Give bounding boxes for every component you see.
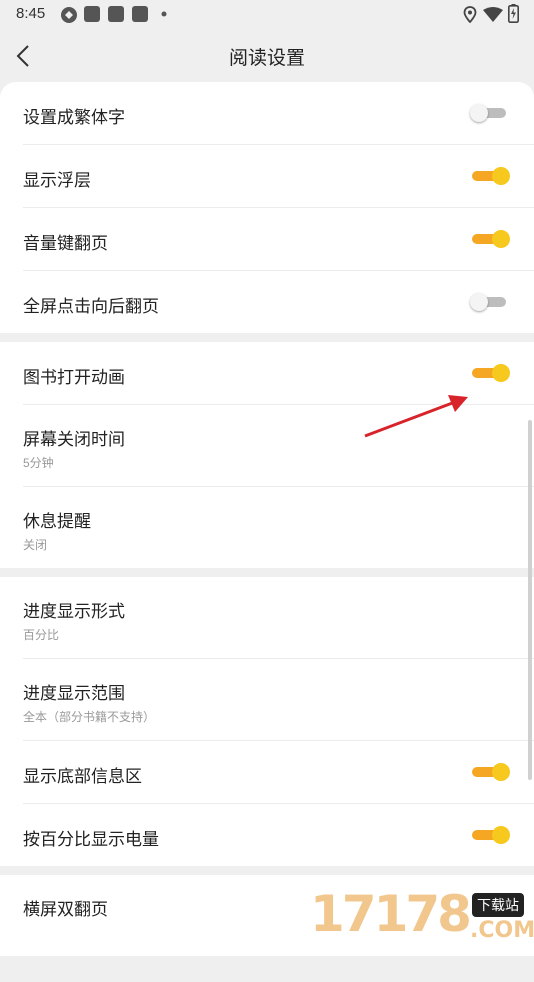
setting-label: 图书打开动画 — [23, 368, 125, 387]
watermark-logo: 17178 — [310, 885, 472, 943]
setting-progress-range[interactable]: 进度显示范围 全本（部分书籍不支持） — [23, 659, 534, 741]
toggle-switch[interactable] — [470, 762, 510, 782]
setting-value: 关闭 — [23, 538, 48, 552]
setting-value: 百分比 — [23, 628, 60, 642]
setting-fullscreen-tap-forward[interactable]: 全屏点击向后翻页 — [23, 271, 534, 333]
battery-icon — [508, 4, 519, 23]
setting-label: 进度显示范围 — [23, 684, 125, 703]
scrollbar[interactable] — [528, 420, 532, 780]
setting-label: 横屏双翻页 — [23, 900, 108, 919]
notification-icon — [108, 6, 124, 22]
status-time: 8:45 — [16, 5, 46, 22]
toggle-switch[interactable] — [470, 292, 510, 312]
toggle-switch[interactable] — [470, 166, 510, 186]
annotation-arrow-icon — [364, 395, 468, 438]
settings-group-display: 设置成繁体字 显示浮层 音量键翻页 全屏点击向后翻页 — [0, 82, 534, 333]
setting-value: 全本（部分书籍不支持） — [23, 710, 156, 724]
setting-label: 显示浮层 — [23, 171, 91, 190]
watermark-tag: 下载站 — [472, 893, 524, 917]
setting-label: 设置成繁体字 — [23, 108, 125, 127]
watermark-domain: .COM — [470, 918, 534, 943]
app-bar: 阅读设置 — [0, 28, 534, 84]
setting-label: 显示底部信息区 — [23, 767, 142, 786]
dot-icon — [161, 11, 167, 17]
setting-volume-key-page-turn[interactable]: 音量键翻页 — [23, 208, 534, 271]
wifi-icon — [483, 7, 503, 22]
app-icon — [61, 7, 77, 23]
settings-panel: 设置成繁体字 显示浮层 音量键翻页 全屏点击向后翻页 图书打开动画 屏幕关闭时间… — [0, 82, 534, 982]
settings-group-behavior: 图书打开动画 屏幕关闭时间 5分钟 休息提醒 关闭 — [0, 342, 534, 568]
setting-label: 屏幕关闭时间 — [23, 430, 125, 449]
page-title: 阅读设置 — [228, 48, 305, 69]
setting-label: 音量键翻页 — [23, 234, 108, 253]
notification-icon — [84, 6, 100, 22]
setting-rest-reminder[interactable]: 休息提醒 关闭 — [23, 487, 534, 568]
toggle-switch[interactable] — [470, 825, 510, 845]
setting-label: 按百分比显示电量 — [23, 830, 159, 849]
setting-traditional-chinese[interactable]: 设置成繁体字 — [23, 82, 534, 145]
setting-label: 进度显示形式 — [23, 602, 125, 621]
setting-battery-percent[interactable]: 按百分比显示电量 — [23, 804, 534, 866]
toggle-switch[interactable] — [470, 363, 510, 383]
setting-value: 5分钟 — [23, 456, 54, 470]
setting-progress-format[interactable]: 进度显示形式 百分比 — [23, 577, 534, 659]
setting-label: 休息提醒 — [23, 512, 91, 531]
toggle-switch[interactable] — [470, 229, 510, 249]
toggle-switch[interactable] — [470, 103, 510, 123]
location-icon — [463, 6, 477, 23]
setting-show-overlay[interactable]: 显示浮层 — [23, 145, 534, 208]
setting-label: 全屏点击向后翻页 — [23, 297, 159, 316]
setting-show-bottom-info[interactable]: 显示底部信息区 — [23, 741, 534, 804]
status-bar: 8:45 — [0, 0, 534, 28]
notification-icon — [132, 6, 148, 22]
settings-group-progress: 进度显示形式 百分比 进度显示范围 全本（部分书籍不支持） 显示底部信息区 按百… — [0, 577, 534, 866]
